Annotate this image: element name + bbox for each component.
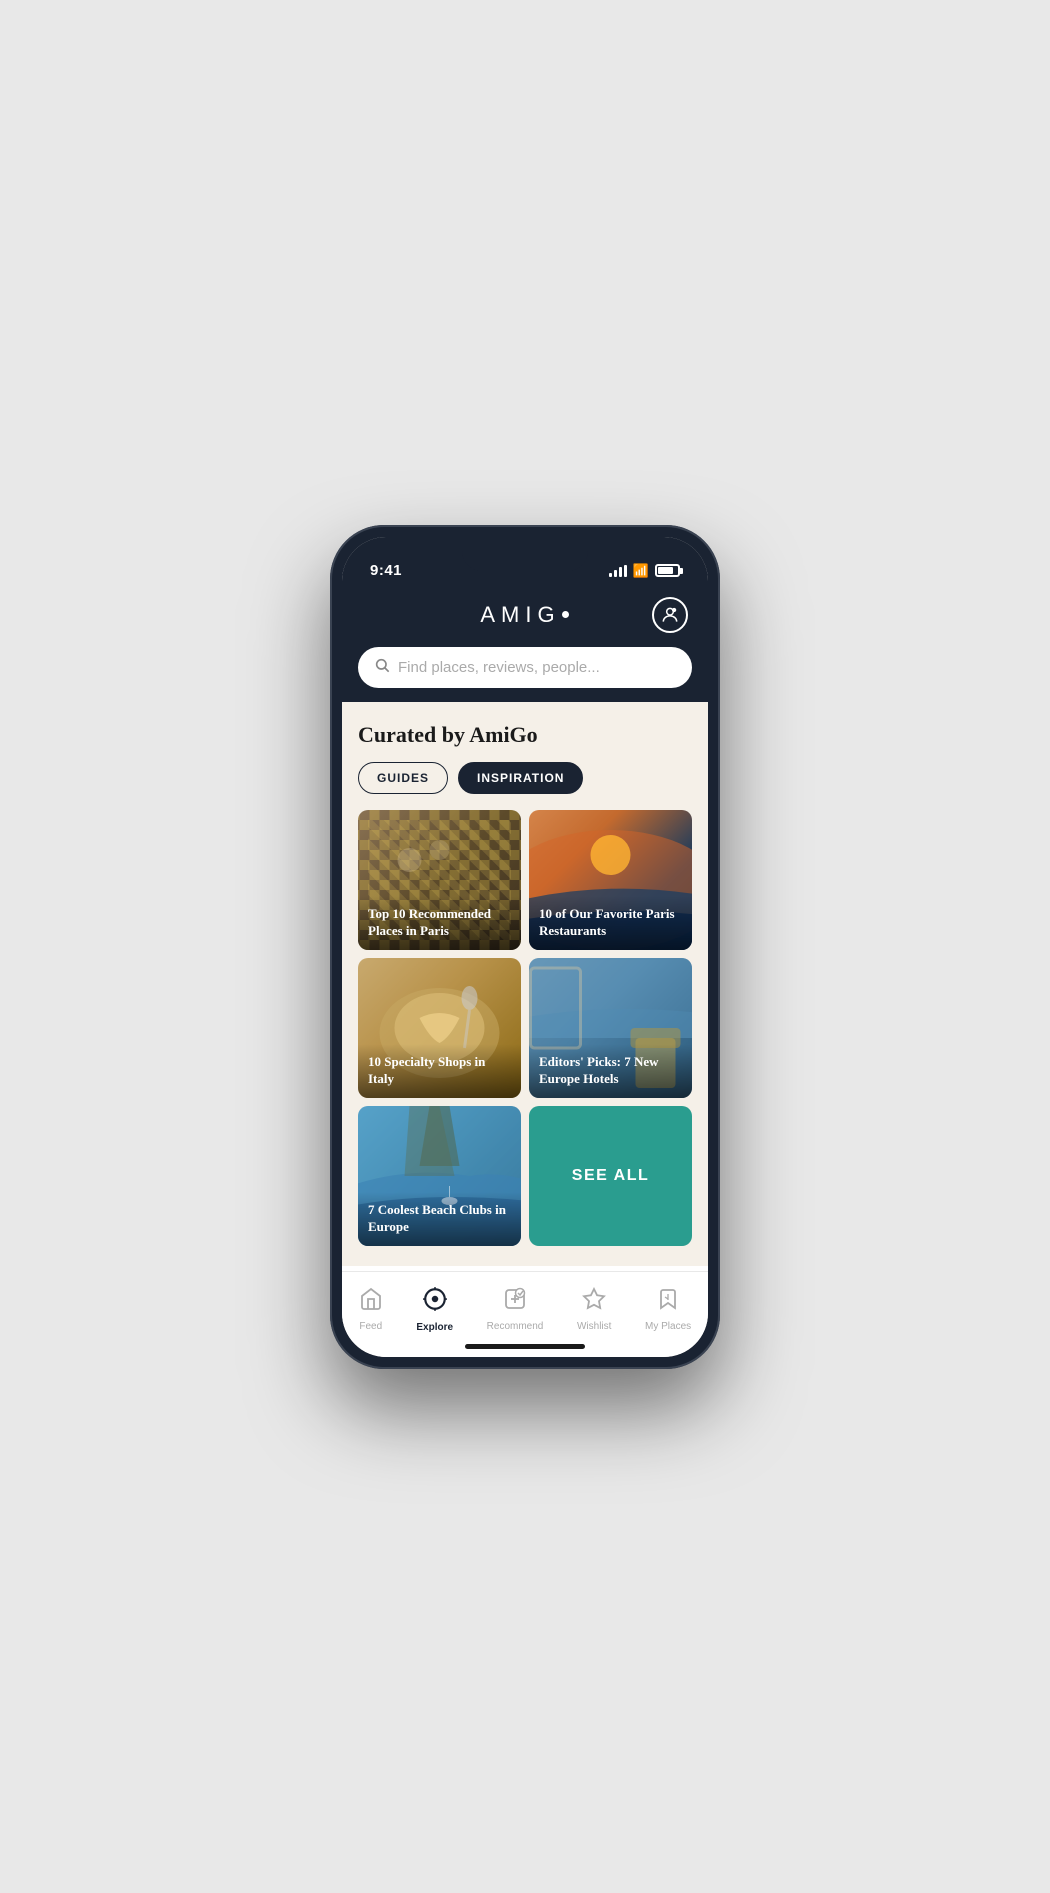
nav-wishlist[interactable]: Wishlist [565, 1283, 623, 1336]
nav-feed-label: Feed [359, 1321, 382, 1332]
card-label-europe-hotels: Editors' Picks: 7 New Europe Hotels [539, 1054, 682, 1088]
card-paris-restaurants[interactable]: 10 of Our Favorite Paris Restaurants [529, 810, 692, 950]
card-label-italy-shops: 10 Specialty Shops in Italy [368, 1054, 511, 1088]
card-label-paris-recommended: Top 10 Recommended Places in Paris [368, 906, 511, 940]
signal-icon [609, 565, 627, 577]
card-italy-shops[interactable]: 10 Specialty Shops in Italy [358, 958, 521, 1098]
curated-section: Curated by AmiGo GUIDES INSPIRATION [342, 702, 708, 1262]
tab-guides[interactable]: GUIDES [358, 762, 448, 794]
search-icon [374, 657, 390, 678]
battery-icon [655, 564, 680, 577]
nav-feed[interactable]: Feed [347, 1283, 395, 1336]
add-icon [503, 1287, 527, 1317]
curated-grid: Top 10 Recommended Places in Paris [358, 810, 692, 1246]
nav-recommend[interactable]: Recommend [475, 1283, 556, 1336]
nav-my-places[interactable]: My Places [633, 1283, 703, 1336]
logo-dot [562, 611, 569, 618]
app-header: AMIG + [342, 587, 708, 647]
see-all-card[interactable]: SEE ALL [529, 1106, 692, 1246]
wifi-icon: 📶 [633, 563, 649, 579]
status-icons: 📶 [609, 563, 680, 579]
card-overlay: 10 Specialty Shops in Italy [358, 1044, 521, 1098]
notch [462, 537, 588, 571]
card-label-beach-clubs: 7 Coolest Beach Clubs in Europe [368, 1202, 511, 1236]
nav-explore[interactable]: Explore [404, 1282, 465, 1337]
search-container: Find places, reviews, people... [342, 647, 708, 702]
app-logo: AMIG [480, 602, 569, 628]
search-placeholder: Find places, reviews, people... [398, 659, 600, 676]
home-icon [359, 1287, 383, 1317]
profile-button[interactable]: + [652, 597, 688, 633]
card-beach-clubs[interactable]: 7 Coolest Beach Clubs in Europe [358, 1106, 521, 1246]
svg-text:+: + [673, 608, 675, 612]
nav-explore-label: Explore [416, 1322, 453, 1333]
nav-recommend-label: Recommend [487, 1321, 544, 1332]
card-label-paris-restaurants: 10 of Our Favorite Paris Restaurants [539, 906, 682, 940]
filter-tabs: GUIDES INSPIRATION [358, 762, 692, 794]
card-overlay: Top 10 Recommended Places in Paris [358, 896, 521, 950]
card-europe-hotels[interactable]: Editors' Picks: 7 New Europe Hotels [529, 958, 692, 1098]
curated-title: Curated by AmiGo [358, 722, 692, 748]
status-time: 9:41 [370, 562, 402, 579]
nav-wishlist-label: Wishlist [577, 1321, 611, 1332]
card-overlay: Editors' Picks: 7 New Europe Hotels [529, 1044, 692, 1098]
home-indicator [465, 1344, 585, 1349]
card-overlay: 10 of Our Favorite Paris Restaurants [529, 896, 692, 950]
tab-inspiration[interactable]: INSPIRATION [458, 762, 583, 794]
explore-icon [422, 1286, 448, 1318]
star-icon [582, 1287, 606, 1317]
nav-my-places-label: My Places [645, 1321, 691, 1332]
search-bar[interactable]: Find places, reviews, people... [358, 647, 692, 688]
bookmark-icon [656, 1287, 680, 1317]
phone-device: 9:41 📶 AMIG + [330, 525, 720, 1369]
card-paris-recommended[interactable]: Top 10 Recommended Places in Paris [358, 810, 521, 950]
card-overlay: 7 Coolest Beach Clubs in Europe [358, 1192, 521, 1246]
phone-screen: 9:41 📶 AMIG + [342, 537, 708, 1357]
scroll-content: Curated by AmiGo GUIDES INSPIRATION [342, 702, 708, 1271]
see-all-label: SEE ALL [572, 1167, 649, 1185]
